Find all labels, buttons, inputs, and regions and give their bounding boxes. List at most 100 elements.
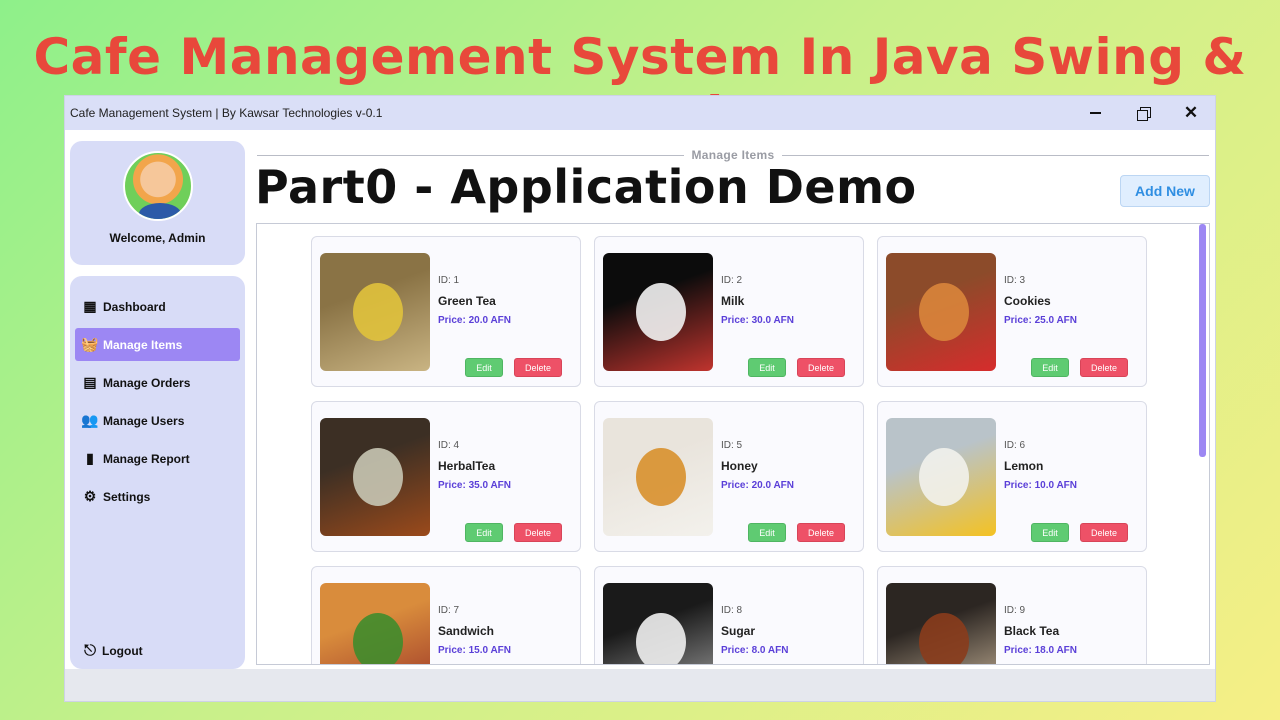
- item-info: ID: 2 Milk Price: 30.0 AFN: [721, 275, 794, 326]
- delete-button[interactable]: Delete: [797, 358, 845, 377]
- edit-button[interactable]: Edit: [748, 358, 786, 377]
- sidebar-item-manage-users[interactable]: 👥 Manage Users: [75, 404, 240, 437]
- sidebar-item-label: Manage Report: [103, 451, 190, 466]
- sidebar-menu: ▦ Dashboard 🧺 Manage Items ▤ Manage Orders 👥 Ma…: [70, 276, 245, 669]
- sidebar-item-label: Settings: [103, 489, 151, 504]
- item-price: Price: 8.0 AFN: [721, 645, 789, 656]
- edit-button[interactable]: Edit: [465, 358, 503, 377]
- logout-label: Logout: [102, 643, 143, 658]
- item-card: ID: 2 Milk Price: 30.0 AFN Edit Delete: [594, 236, 864, 387]
- edit-button[interactable]: Edit: [748, 523, 786, 542]
- sidebar-item-settings[interactable]: ⚙ Settings: [75, 480, 240, 513]
- item-info: ID: 4 HerbalTea Price: 35.0 AFN: [438, 440, 511, 491]
- item-image: [886, 418, 996, 536]
- item-id: ID: 4: [438, 440, 460, 451]
- item-image: [886, 253, 996, 371]
- avatar: [122, 151, 193, 221]
- delete-button[interactable]: Delete: [514, 358, 562, 377]
- item-id: ID: 6: [1004, 440, 1026, 451]
- video-overlay-title: Part0 - Application Demo: [255, 160, 917, 214]
- item-name: Green Tea: [438, 294, 496, 308]
- item-info: ID: 7 Sandwich Price: 15.0 AFN: [438, 605, 511, 656]
- item-id: ID: 2: [721, 275, 743, 286]
- sidebar-item-manage-items[interactable]: 🧺 Manage Items: [75, 328, 240, 361]
- item-card: ID: 6 Lemon Price: 10.0 AFN Edit Delete: [877, 401, 1147, 552]
- window-title: Cafe Management System | By Kawsar Techn…: [70, 106, 383, 120]
- orders-icon: ▤: [83, 374, 97, 390]
- restore-icon: [1137, 107, 1151, 121]
- edit-button[interactable]: Edit: [1031, 523, 1069, 542]
- report-icon: ▮: [86, 450, 94, 466]
- sidebar-item-label: Manage Orders: [103, 375, 191, 390]
- welcome-text: Welcome, Admin: [109, 231, 206, 245]
- items-scroll-area[interactable]: ID: 1 Green Tea Price: 20.0 AFN Edit Delete I…: [256, 223, 1210, 665]
- item-name: Lemon: [1004, 459, 1044, 473]
- item-id: ID: 1: [438, 275, 460, 286]
- minimize-button[interactable]: [1071, 96, 1119, 130]
- item-id: ID: 5: [721, 440, 743, 451]
- item-price: Price: 15.0 AFN: [438, 645, 511, 656]
- item-info: ID: 3 Cookies Price: 25.0 AFN: [1004, 275, 1077, 326]
- minimize-icon: [1089, 112, 1101, 114]
- sidebar-item-label: Manage Items: [103, 337, 183, 352]
- item-price: Price: 10.0 AFN: [1004, 480, 1077, 491]
- item-image: [320, 418, 430, 536]
- item-image: [603, 418, 713, 536]
- logout-button[interactable]: ⎋ Logout: [80, 642, 143, 659]
- status-bar: [65, 669, 1215, 701]
- edit-button[interactable]: Edit: [465, 523, 503, 542]
- sidebar-item-dashboard[interactable]: ▦ Dashboard: [75, 290, 240, 323]
- delete-button[interactable]: Delete: [1080, 358, 1128, 377]
- item-name: Sugar: [721, 624, 756, 638]
- item-info: ID: 6 Lemon Price: 10.0 AFN: [1004, 440, 1077, 491]
- item-id: ID: 3: [1004, 275, 1026, 286]
- delete-button[interactable]: Delete: [797, 523, 845, 542]
- sidebar-item-label: Manage Users: [103, 413, 185, 428]
- item-info: ID: 9 Black Tea Price: 18.0 AFN: [1004, 605, 1077, 656]
- item-info: ID: 8 Sugar Price: 8.0 AFN: [721, 605, 788, 656]
- item-image: [320, 583, 430, 664]
- item-card: ID: 8SugarPrice: 8.0 AFNEditDelete: [594, 566, 864, 664]
- edit-button[interactable]: Edit: [1031, 358, 1069, 377]
- users-icon: 👥: [81, 412, 99, 428]
- gear-icon: ⚙: [83, 488, 97, 504]
- item-price: Price: 35.0 AFN: [438, 480, 511, 491]
- item-name: HerbalTea: [438, 459, 496, 473]
- sidebar-item-manage-report[interactable]: ▮ Manage Report: [75, 442, 240, 475]
- item-card: ID: 7SandwichPrice: 15.0 AFNEditDelete: [311, 566, 581, 664]
- item-image: [886, 583, 996, 664]
- close-button[interactable]: ✕: [1167, 96, 1215, 130]
- title-bar: Cafe Management System | By Kawsar Techn…: [65, 96, 1215, 130]
- item-info: ID: 5 Honey Price: 20.0 AFN: [721, 440, 794, 491]
- item-card: ID: 9Black TeaPrice: 18.0 AFNEditDelete: [877, 566, 1147, 664]
- add-new-button[interactable]: Add New: [1120, 175, 1210, 207]
- basket-icon: 🧺: [81, 336, 99, 352]
- app-window: Cafe Management System | By Kawsar Techn…: [64, 95, 1216, 702]
- item-card: ID: 5 Honey Price: 20.0 AFN Edit Delete: [594, 401, 864, 552]
- dashboard-icon: ▦: [83, 298, 97, 314]
- sidebar-item-label: Dashboard: [103, 299, 166, 314]
- sidebar-item-manage-orders[interactable]: ▤ Manage Orders: [75, 366, 240, 399]
- item-card: ID: 4 HerbalTea Price: 35.0 AFN Edit Delete: [311, 401, 581, 552]
- item-info: ID: 1 Green Tea Price: 20.0 AFN: [438, 275, 511, 326]
- item-id: ID: 7: [438, 605, 460, 616]
- profile-panel: Welcome, Admin: [70, 141, 245, 265]
- item-price: Price: 18.0 AFN: [1004, 645, 1077, 656]
- item-price: Price: 20.0 AFN: [721, 480, 794, 491]
- item-id: ID: 8: [721, 605, 743, 616]
- item-image: [320, 253, 430, 371]
- item-price: Price: 20.0 AFN: [438, 315, 511, 326]
- item-image: [603, 253, 713, 371]
- item-name: Honey: [721, 459, 758, 473]
- item-name: Sandwich: [438, 624, 495, 638]
- item-name: Cookies: [1004, 294, 1051, 308]
- item-card: ID: 3 Cookies Price: 25.0 AFN Edit Delete: [877, 236, 1147, 387]
- item-name: Black Tea: [1004, 624, 1060, 638]
- delete-button[interactable]: Delete: [514, 523, 562, 542]
- item-id: ID: 9: [1004, 605, 1026, 616]
- restore-button[interactable]: [1119, 96, 1167, 130]
- delete-button[interactable]: Delete: [1080, 523, 1128, 542]
- item-card: ID: 1 Green Tea Price: 20.0 AFN Edit Delete: [311, 236, 581, 387]
- scrollbar-thumb[interactable]: [1199, 224, 1206, 457]
- logout-icon: ⎋: [84, 642, 96, 659]
